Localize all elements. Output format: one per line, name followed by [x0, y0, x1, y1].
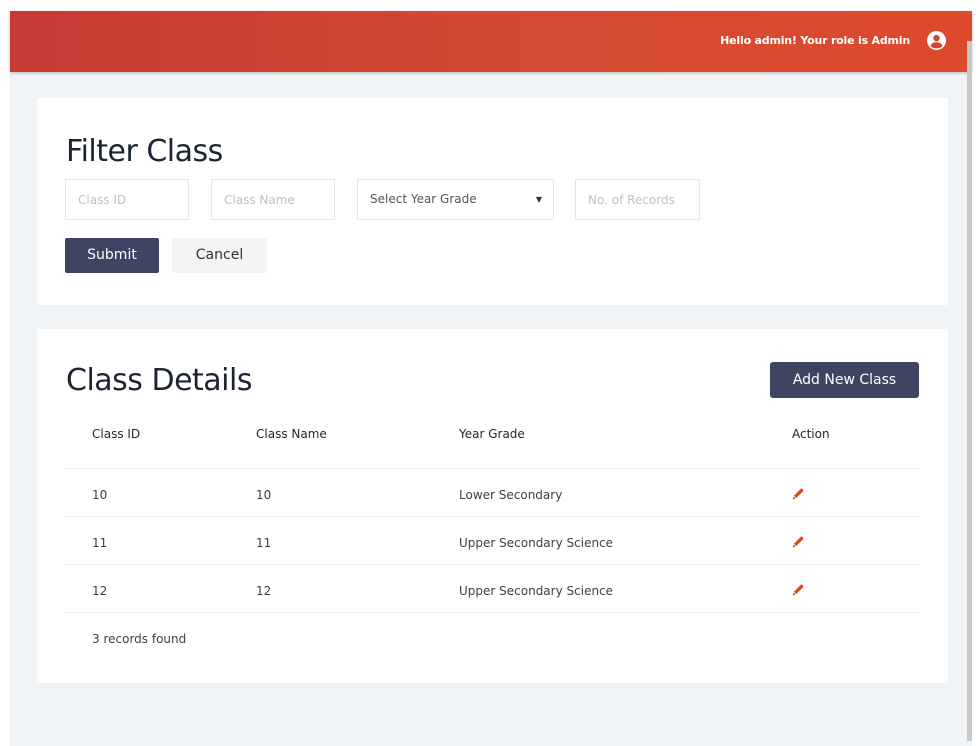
table-header-row: Class ID Class Name Year Grade Action — [65, 415, 919, 469]
top-header-bar: Hello admin! Your role is Admin — [10, 11, 972, 72]
cell-class-name: 12 — [256, 584, 272, 598]
pencil-icon[interactable] — [792, 583, 805, 596]
add-new-class-button[interactable]: Add New Class — [770, 362, 919, 398]
pencil-icon[interactable] — [792, 487, 805, 500]
cell-class-id: 11 — [92, 536, 108, 550]
records-count-field[interactable] — [575, 179, 700, 220]
cancel-button[interactable]: Cancel — [172, 238, 267, 273]
app-shell: Hello admin! Your role is Admin Filter C… — [10, 11, 972, 746]
year-grade-select[interactable]: Select Year Grade ▼ — [357, 179, 554, 220]
class-name-field[interactable] — [211, 179, 335, 220]
column-header-class-name: Class Name — [256, 427, 327, 441]
user-circle-icon[interactable] — [927, 31, 946, 50]
cell-year-grade: Lower Secondary — [459, 488, 563, 502]
records-found-count: 3 records found — [92, 632, 187, 646]
table-row: 10 10 Lower Secondary — [65, 469, 919, 517]
table-row: 12 12 Upper Secondary Science — [65, 565, 919, 613]
dropdown-arrow-icon: ▼ — [535, 195, 542, 204]
cell-class-id: 10 — [92, 488, 108, 502]
details-title: Class Details — [66, 363, 252, 398]
submit-button[interactable]: Submit — [65, 238, 159, 273]
filter-class-card: Filter Class Select Year Grade ▼ Submit … — [37, 98, 948, 305]
cell-class-id: 12 — [92, 584, 108, 598]
cell-year-grade: Upper Secondary Science — [459, 536, 614, 550]
year-grade-selected-value: Select Year Grade — [370, 192, 477, 206]
column-header-class-id: Class ID — [92, 427, 141, 441]
cell-class-name: 11 — [256, 536, 272, 550]
column-header-action: Action — [792, 427, 830, 441]
class-table: Class ID Class Name Year Grade Action 10… — [65, 415, 919, 661]
table-row: 11 11 Upper Secondary Science — [65, 517, 919, 565]
class-id-field[interactable] — [65, 179, 189, 220]
column-header-year-grade: Year Grade — [459, 427, 525, 441]
user-greeting: Hello admin! Your role is Admin — [720, 34, 910, 47]
filter-title: Filter Class — [66, 134, 223, 169]
cell-year-grade: Upper Secondary Science — [459, 584, 614, 598]
pencil-icon[interactable] — [792, 535, 805, 548]
table-footer: 3 records found — [65, 613, 919, 661]
class-details-card: Class Details Add New Class Class ID Cla… — [37, 329, 948, 683]
class-id-input[interactable] — [78, 180, 188, 219]
class-name-input[interactable] — [224, 180, 334, 219]
vertical-scrollbar[interactable] — [967, 41, 972, 741]
records-count-input[interactable] — [588, 180, 699, 219]
cell-class-name: 10 — [256, 488, 272, 502]
